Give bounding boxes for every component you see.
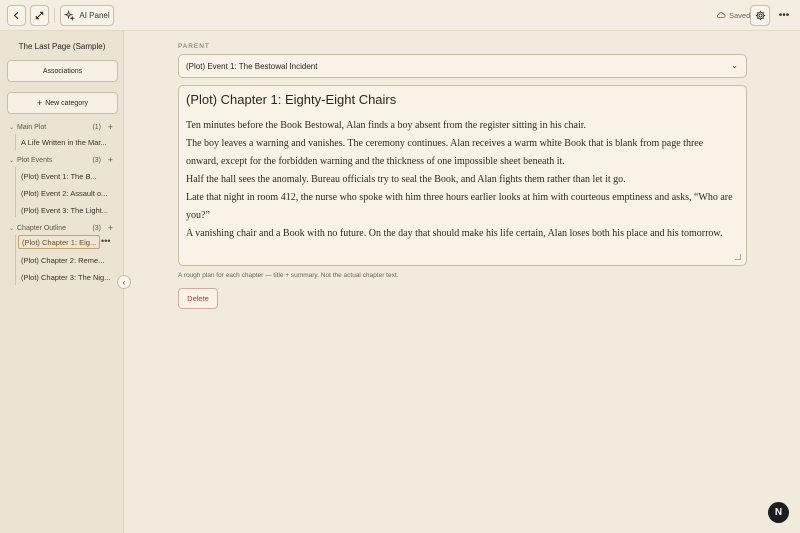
- tree-line: [15, 134, 16, 150]
- tree-line: [15, 235, 16, 285]
- associations-button[interactable]: Associations: [7, 60, 118, 82]
- summary-paragraph: Ten minutes before the Book Bestowal, Al…: [186, 120, 587, 131]
- sparkles-icon: [64, 10, 76, 21]
- delete-button[interactable]: Delete: [178, 288, 218, 309]
- category-name: Main Plot: [17, 123, 47, 131]
- summary-paragraph: Half the hall sees the anomaly. Bureau o…: [186, 174, 626, 185]
- chevron-left-icon: [13, 11, 19, 20]
- resize-handle-icon[interactable]: [735, 254, 741, 260]
- parent-select-value: (Plot) Event 1: The Bestowal Incident: [186, 61, 318, 71]
- plus-icon: +: [36, 98, 43, 108]
- ai-panel-button[interactable]: AI Panel: [60, 5, 114, 26]
- chevron-down-icon: ⌄: [9, 157, 15, 164]
- chapter-editor[interactable]: (Plot) Chapter 1: Eighty-Eight Chairs Te…: [178, 85, 747, 266]
- category-chapter-outline[interactable]: ⌄ Chapter Outline (3) +: [9, 222, 115, 234]
- saved-status: Saved: [716, 10, 750, 20]
- add-item-icon[interactable]: +: [108, 223, 113, 233]
- settings-button[interactable]: [750, 5, 770, 26]
- add-item-icon[interactable]: +: [108, 155, 113, 165]
- n-logo-icon[interactable]: N: [768, 502, 789, 523]
- list-item[interactable]: (Plot) Event 2: Assault o...: [18, 186, 118, 200]
- back-button[interactable]: [7, 5, 26, 26]
- sidebar: The Last Page (Sample) Associations + Ne…: [0, 31, 124, 533]
- category-plot-events[interactable]: ⌄ Plot Events (3) +: [9, 154, 115, 166]
- cloud-icon: [717, 12, 726, 18]
- chevron-down-icon: ⌄: [9, 124, 15, 131]
- project-title: The Last Page (Sample): [18, 42, 106, 51]
- chevron-down-icon: ⌄: [731, 61, 738, 70]
- summary-paragraph: A vanishing chair and a Book with no fut…: [186, 228, 723, 239]
- category-count: (3): [92, 224, 101, 232]
- associations-label: Associations: [42, 67, 83, 75]
- category-name: Plot Events: [17, 156, 53, 164]
- toolbar-divider: [54, 8, 55, 23]
- add-item-icon[interactable]: +: [108, 122, 113, 132]
- list-item[interactable]: (Plot) Event 3: The Light...: [18, 203, 118, 217]
- ai-panel-label: AI Panel: [79, 11, 110, 20]
- collapse-sidebar-button[interactable]: ‹: [117, 275, 131, 289]
- expand-button[interactable]: [30, 5, 49, 26]
- tree-line: [15, 167, 16, 217]
- gear-icon: [755, 10, 765, 21]
- category-main-plot[interactable]: ⌄ Main Plot (1) +: [9, 121, 115, 133]
- chapter-summary[interactable]: Ten minutes before the Book Bestowal, Al…: [186, 117, 738, 243]
- list-item[interactable]: A Life Written in the Mar...: [18, 135, 118, 149]
- chevron-left-icon: ‹: [122, 277, 126, 287]
- ellipsis-icon: •••: [778, 10, 790, 21]
- list-item[interactable]: (Plot) Chapter 3: The Nig...: [18, 270, 118, 284]
- saved-label: Saved: [729, 10, 751, 20]
- summary-paragraph: Late that night in room 412, the nurse w…: [186, 192, 733, 221]
- category-count: (3): [92, 156, 101, 164]
- parent-select[interactable]: (Plot) Event 1: The Bestowal Incident ⌄: [178, 54, 747, 78]
- summary-paragraph: The boy leaves a warning and vanishes. T…: [186, 138, 704, 167]
- top-bar: AI Panel Saved •••: [0, 0, 800, 31]
- new-category-button[interactable]: + New category: [7, 92, 118, 114]
- parent-label: PARENT: [178, 43, 210, 50]
- list-item[interactable]: (Plot) Chapter 2: Reme...: [18, 253, 118, 267]
- new-category-label: New category: [45, 99, 89, 107]
- more-options-button[interactable]: •••: [774, 5, 794, 26]
- chapter-title[interactable]: (Plot) Chapter 1: Eighty-Eight Chairs: [186, 92, 396, 107]
- list-item-selected[interactable]: (Plot) Chapter 1: Eig...: [18, 235, 100, 249]
- category-name: Chapter Outline: [17, 224, 67, 232]
- item-more-icon[interactable]: •••: [101, 236, 110, 246]
- list-item[interactable]: (Plot) Event 1: The B...: [18, 169, 118, 183]
- category-count: (1): [92, 123, 101, 131]
- helper-text: A rough plan for each chapter — title + …: [178, 272, 399, 279]
- chevron-down-icon: ⌄: [9, 225, 15, 232]
- expand-icon: [35, 11, 44, 20]
